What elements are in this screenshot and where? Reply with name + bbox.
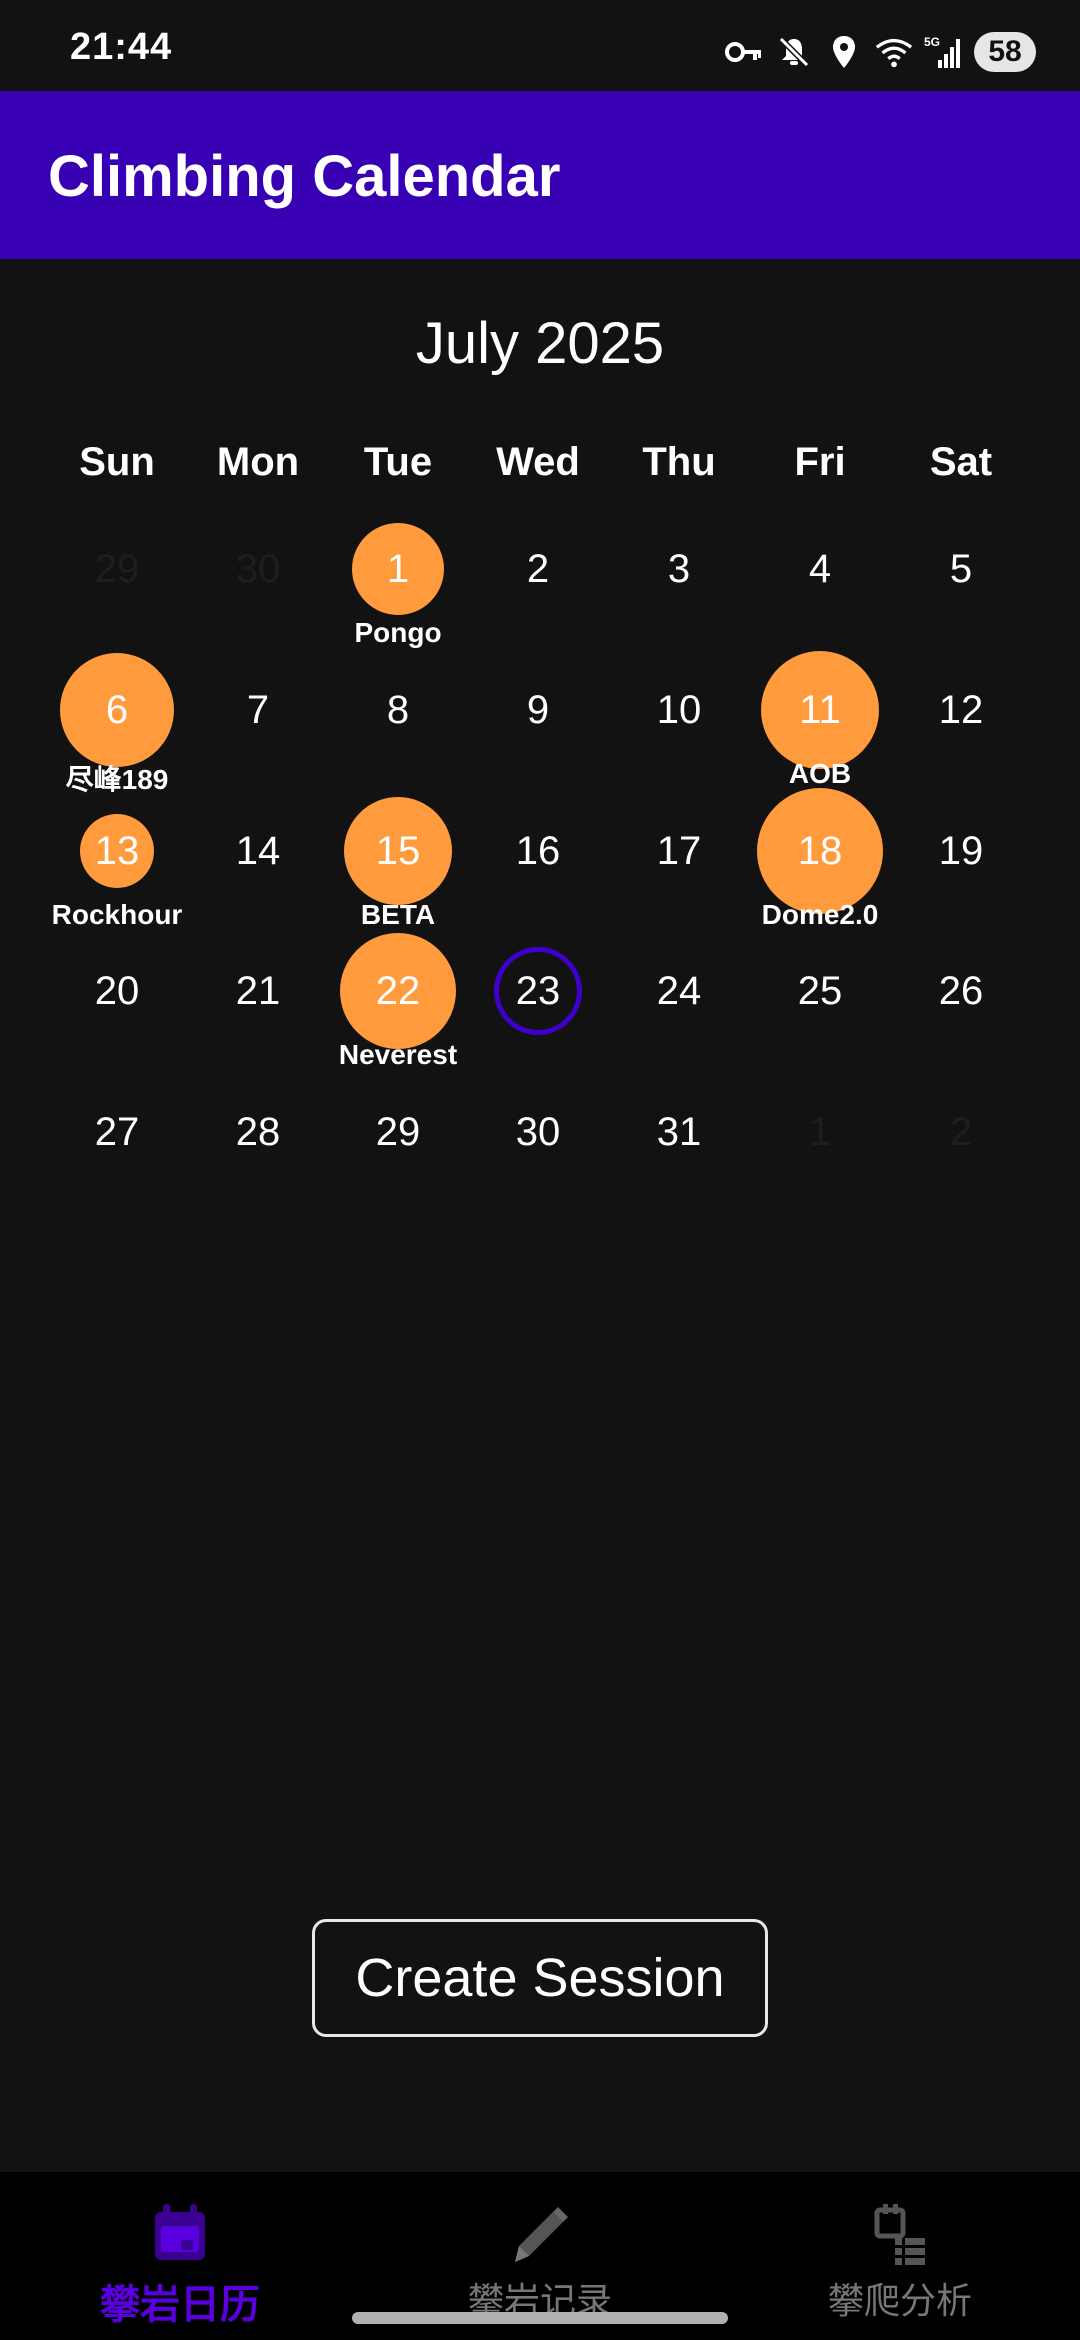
calendar-day-session[interactable]: 13 Rockhour [47,781,187,930]
pencil-icon [505,2200,575,2270]
calendar-day[interactable]: 28 [188,1062,328,1202]
battery-icon: 58 [974,32,1036,72]
calendar-day[interactable]: 7 [188,640,328,780]
nav-item-calendar[interactable]: 攀岩日历 [30,2172,330,2340]
calendar-day[interactable]: 1 [750,1062,890,1202]
day-number: 30 [235,547,281,591]
day-number: 5 [949,547,973,591]
calendar-day[interactable]: 5 [891,499,1031,639]
weekday-label: Tue [363,440,433,484]
calendar-day[interactable]: 29 [328,1062,468,1202]
calendar-day-session[interactable]: 22 Neverest [328,921,468,1070]
calendar-day[interactable]: 2 [468,499,608,639]
day-number: 21 [235,969,281,1013]
status-icons: 5G 58 [724,30,1036,74]
calendar-day-session[interactable]: 18 Dome2.0 [750,781,890,930]
calendar-day[interactable]: 3 [609,499,749,639]
day-number: 3 [667,547,691,591]
weekday-label: Fri [794,440,846,484]
calendar-day-session[interactable]: 1 Pongo [328,499,468,648]
nav-item-analysis[interactable]: 攀爬分析 [750,2172,1050,2340]
calendar-day[interactable]: 20 [47,921,187,1061]
calendar-day[interactable]: 19 [891,781,1031,921]
day-number: 2 [526,547,550,591]
day-number: 29 [375,1110,421,1154]
wifi-icon [874,32,914,72]
calendar-day[interactable]: 12 [891,640,1031,780]
day-number: 7 [246,688,270,732]
calendar-day-today[interactable]: 23 [468,921,608,1061]
app-bar: Climbing Calendar [0,91,1080,259]
calendar-day[interactable]: 30 [468,1062,608,1202]
weekday-label: Mon [216,440,300,484]
day-number: 31 [656,1110,702,1154]
day-number: 9 [526,688,550,732]
day-number: 28 [235,1110,281,1154]
weekday-label: Wed [496,440,580,484]
day-number: 12 [938,688,984,732]
day-number: 16 [515,829,561,873]
calendar-day[interactable]: 10 [609,640,749,780]
analysis-icon [865,2200,935,2270]
nav-label: 攀爬分析 [827,2280,972,2321]
calendar-day[interactable]: 29 [47,499,187,639]
calendar-day[interactable]: 16 [468,781,608,921]
calendar-day[interactable]: 31 [609,1062,749,1202]
svg-text:5G: 5G [924,35,940,49]
status-time: 21:44 [70,26,173,68]
weekday-label: Sat [929,440,993,484]
calendar-day[interactable]: 26 [891,921,1031,1061]
signal-5g-icon: 5G [924,32,964,72]
calendar-day[interactable]: 17 [609,781,749,921]
calendar-day[interactable]: 25 [750,921,890,1061]
day-number: 1 [808,1110,832,1154]
day-number: 4 [808,547,832,591]
day-number: 29 [94,547,140,591]
calendar-day[interactable]: 30 [188,499,328,639]
mute-icon [774,32,814,72]
day-number: 23 [515,969,561,1013]
app-title: Climbing Calendar [48,144,561,209]
day-number: 30 [515,1110,561,1154]
calendar-day[interactable]: 4 [750,499,890,639]
month-title: July 2025 [415,311,665,376]
calendar-day[interactable]: 14 [188,781,328,921]
key-icon [724,32,764,72]
calendar-day-session[interactable]: 11 AOB [750,640,890,789]
status-bar: 21:44 5G 58 [0,0,1080,91]
calendar-day[interactable]: 2 [891,1062,1031,1202]
day-number: 26 [938,969,984,1013]
location-icon [824,32,864,72]
day-number: 10 [656,688,702,732]
weekday-label: Sun [79,440,155,484]
day-number: 20 [94,969,140,1013]
calendar-day-session[interactable]: 6 尽峰189 [47,640,187,795]
create-session-button[interactable]: Create Session [312,1919,768,2037]
calendar-day[interactable]: 27 [47,1062,187,1202]
day-number: 8 [386,688,410,732]
day-number: 25 [797,969,843,1013]
weekday-label: Thu [642,440,716,484]
calendar-day[interactable]: 9 [468,640,608,780]
calendar-day[interactable]: 8 [328,640,468,780]
day-number: 14 [235,829,281,873]
day-number: 27 [94,1110,140,1154]
calendar-day[interactable]: 24 [609,921,749,1061]
day-number: 24 [656,969,702,1013]
calendar-day-session[interactable]: 15 BETA [328,781,468,930]
home-indicator[interactable] [352,2312,728,2324]
nav-label: 攀岩日历 [100,2283,260,2327]
calendar-icon [145,2200,215,2270]
day-number: 17 [656,829,702,873]
day-number: 2 [949,1110,973,1154]
calendar-day[interactable]: 21 [188,921,328,1061]
day-number: 19 [938,829,984,873]
